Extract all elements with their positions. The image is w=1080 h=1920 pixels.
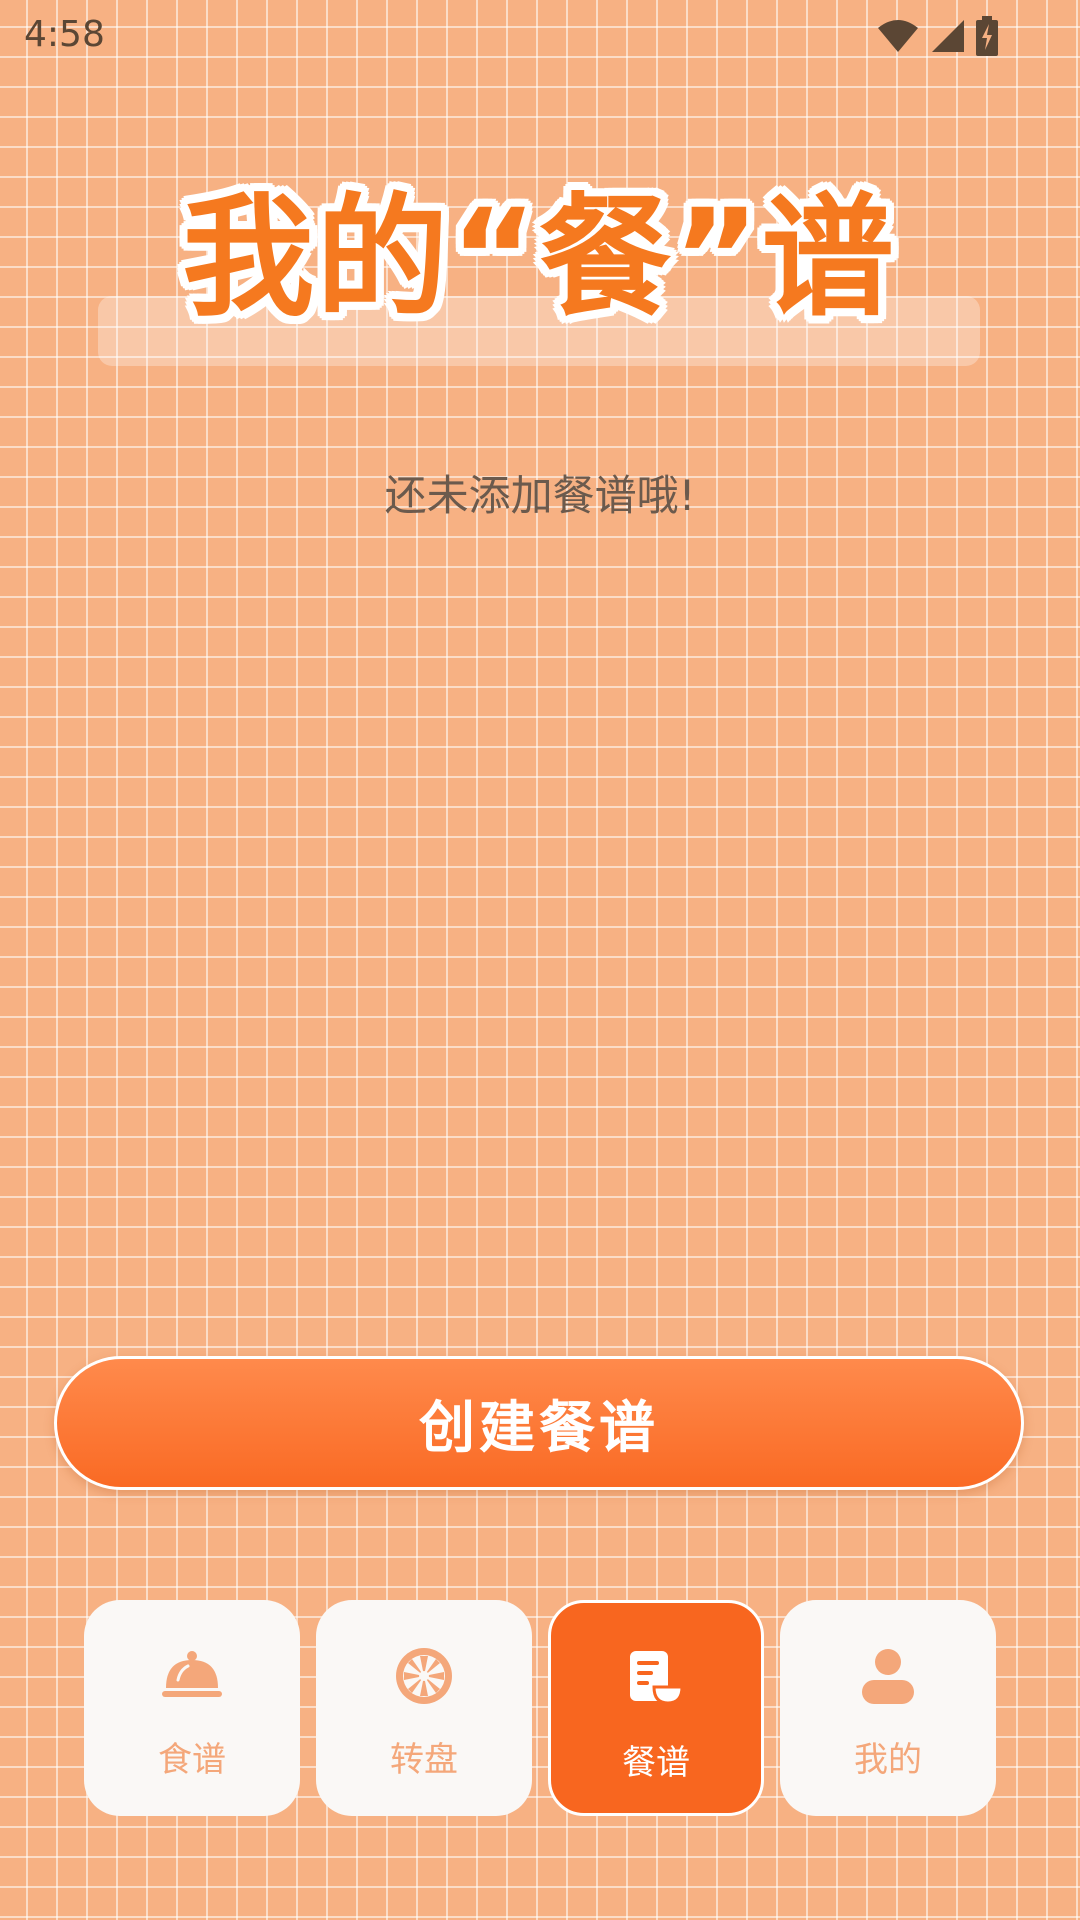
- nav-item-menus-label: 餐谱: [622, 1743, 690, 1783]
- nav-item-recipes-label: 食谱: [158, 1740, 226, 1780]
- cloche-icon: [162, 1651, 222, 1697]
- menu-card-icon: [630, 1651, 684, 1705]
- create-menu-button[interactable]: 创建餐谱: [54, 1356, 1024, 1490]
- nav-item-profile-label: 我的: [854, 1740, 922, 1780]
- status-icons: [876, 16, 998, 56]
- status-time: 4:58: [24, 14, 105, 55]
- page-title-area: 我的“餐”谱: [98, 181, 980, 372]
- wifi-icon: [878, 20, 918, 52]
- bottom-nav: 食谱 转盘 餐谱 我的: [84, 1600, 996, 1816]
- create-menu-button-label: 创建餐谱: [419, 1395, 659, 1461]
- nav-item-wheel-label: 转盘: [390, 1740, 458, 1780]
- nav-item-wheel[interactable]: 转盘: [316, 1600, 532, 1816]
- empty-state-message: 还未添加餐谱哦!: [384, 471, 696, 520]
- signal-icon: [932, 20, 964, 52]
- page-title: 我的“餐”谱: [182, 181, 896, 335]
- person-icon: [862, 1649, 914, 1704]
- wheel-icon: [396, 1648, 452, 1704]
- nav-item-profile[interactable]: 我的: [780, 1600, 996, 1816]
- nav-item-recipes[interactable]: 食谱: [84, 1600, 300, 1816]
- nav-item-menus[interactable]: 餐谱: [548, 1600, 764, 1816]
- battery-icon: [976, 16, 998, 56]
- status-bar: 4:58: [0, 0, 1080, 76]
